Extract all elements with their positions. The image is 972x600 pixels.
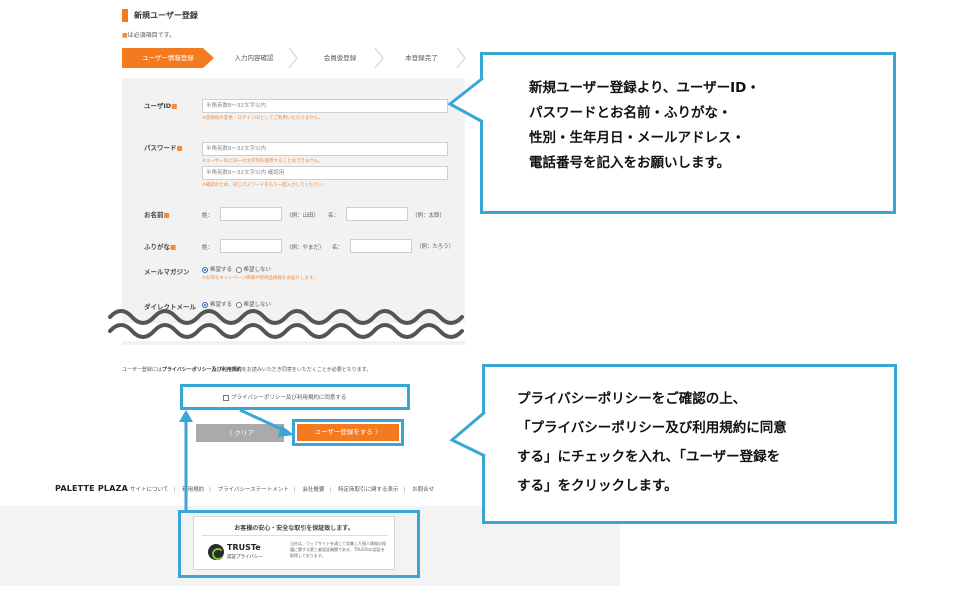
required-note: ■は必須項目です。 [122,30,175,39]
footer-link-privacy[interactable]: プライバシーステートメント [218,487,289,493]
step-provisional: 会員仮登録 [323,54,357,62]
callout-top-text: 新規ユーザー登録より、ユーザーID・ パスワードとお名前・ふりがな・ 性別・生年… [529,80,760,171]
first-furigana-example: （例：たろう） [416,244,455,250]
site-logo[interactable]: PALETTE PLAZA [55,484,128,493]
password-label: パスワード■ [144,144,183,152]
callout-bottom-text: プライバシーポリシーをご確認の上、 「プライバシーポリシー及び利用規約に同意 す… [517,391,787,494]
user-id-label: ユーザID■ [144,102,178,110]
first-name-input[interactable] [346,207,408,221]
callout-bottom-pointer [452,412,485,456]
furigana-label: ふりがな■ [144,243,177,251]
last-furigana-label: 姓： [202,245,214,251]
password-hint: ※ユーザーIDと同一の文字列を使用することはできません。 [202,159,323,164]
page-title: 新規ユーザー登録 [134,11,198,20]
footer-link-commerce-law[interactable]: 特定商取引に関する表示 [338,487,399,493]
last-name-label: 姓： [202,213,214,219]
mail-magazine-yes-radio[interactable] [202,266,208,273]
arrow-up-icon [179,410,193,422]
footer-nav: サイトについて | 利用規約 | プライバシーステートメント | 会社概要 | 特定商取… [130,487,435,493]
footer-link-company[interactable]: 会社概要 [302,487,324,493]
password-confirm-input[interactable]: 半角英数8～32文字以内 確認用 [202,166,448,180]
mail-magazine-options: 希望する 希望しない [202,265,271,273]
register-button[interactable]: ユーザー登録をする 〉 [297,424,399,441]
first-furigana-label: 名： [332,245,344,251]
step-chevron-icon [374,48,384,68]
truste-subtitle: 認証プライバシー [227,555,263,560]
callout-bottom-pointer-outline [449,410,486,458]
name-label: お名前■ [144,211,170,219]
wave-divider [108,309,470,341]
policy-note: ユーザー登録にはプライバシーポリシー及び利用規約をお読みいただき同意をいただくこ… [122,367,372,373]
truste-brand: TRUSTe [227,543,261,552]
agree-checkbox-label: プライバシーポリシー及び利用規約に同意する [231,395,347,401]
last-name-input[interactable] [220,207,282,221]
required-note-text: は必須項目です。 [127,32,176,39]
password-confirm-hint: ※確認のため、同じパスワードをもう一度入力してください。 [202,183,327,188]
truste-logo[interactable]: TRUSTe 認証プライバシー [208,541,270,563]
password-input[interactable]: 半角英数8～32文字以内 [202,142,448,156]
step-complete: 本登録完了 [405,54,438,62]
trust-divider [202,535,388,536]
trust-heading: お客様の安心・安全な取引を保証致します。 [234,525,354,532]
step-chevron-icon [456,48,466,68]
agree-checkbox-row[interactable]: プライバシーポリシー及び利用規約に同意する [223,393,346,401]
last-name-example: （例：山田） [286,213,320,219]
trust-description: 当社は、ウェブサイトを通じて収集した個人情報の保護に関する第三者認証機関である、… [290,541,386,558]
step-chevron-icon [288,48,298,68]
step-progress-bar: ユーザー情報登録 入力内容確認 会員仮登録 本登録完了 [122,48,466,68]
agree-highlight-frame: プライバシーポリシー及び利用規約に同意する [180,384,410,410]
first-furigana-input[interactable] [350,239,412,253]
user-id-hint: ※登録後の変更・ログインIDとしてご利用いただけません。 [202,116,323,121]
footer-link-about[interactable]: サイトについて [130,487,168,493]
user-id-input[interactable]: 半角英数8～32文字以内 [202,99,448,113]
last-furigana-example: （例：やまだ） [286,245,325,251]
mail-magazine-hint: ※お得なキャンペーン情報や新商品情報をお届けします。 [202,276,318,281]
trust-seal-card: お客様の安心・安全な取引を保証致します。 TRUSTe 認証プライバシー 当社は… [193,516,395,570]
policy-link[interactable]: プライバシーポリシー及び利用規約 [162,367,242,373]
footer-link-terms[interactable]: 利用規約 [182,487,204,493]
callout-input-instructions: 新規ユーザー登録より、ユーザーID・ パスワードとお名前・ふりがな・ 性別・生年… [480,52,896,214]
mail-magazine-yes-label: 希望する [210,267,233,273]
agree-checkbox[interactable] [223,394,229,401]
mail-magazine-no-label: 希望しない [243,267,272,273]
clear-button[interactable]: 〈 クリア [196,424,284,442]
title-marker [122,9,128,22]
first-name-example: （例：太郎） [412,213,446,219]
truste-badge-icon [208,544,224,560]
callout-agree-instructions: プライバシーポリシーをご確認の上、 「プライバシーポリシー及び利用規約に同意 す… [482,364,897,524]
first-name-label: 名： [328,213,340,219]
last-furigana-input[interactable] [220,239,282,253]
step-user-info: ユーザー情報登録 [122,48,214,68]
mail-magazine-no-radio[interactable] [235,266,242,273]
footer-link-contact[interactable]: お問合せ [412,487,434,493]
mail-magazine-label: メールマガジン [144,268,190,276]
